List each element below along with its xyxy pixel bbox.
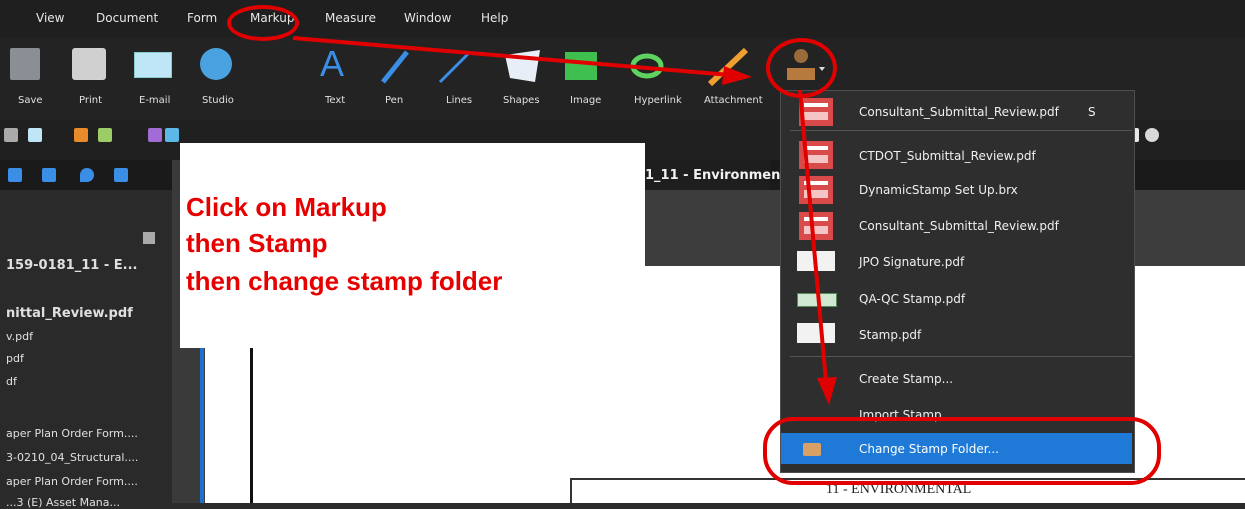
create-stamp-item[interactable]: Create Stamp... [859,372,953,386]
stamp-item-dynamic[interactable]: DynamicStamp Set Up.brx [859,183,1018,197]
toolbar-measure-icon[interactable] [1145,128,1159,142]
document-tab-title: 1_11 - Environmen [645,168,781,183]
stamp-item-ctdot[interactable]: CTDOT_Submittal_Review.pdf [859,149,1036,163]
toolbar-print-icon[interactable] [4,128,18,142]
studio-icon[interactable] [200,48,232,80]
ribbon-label-studio: Studio [202,95,234,106]
pdf-thumbnail-icon [799,141,833,169]
stamp-item-shortcut: S [1088,105,1096,119]
menu-help[interactable]: Help [481,11,508,25]
text-tool-icon[interactable]: A [320,44,350,84]
menu-separator [790,130,1132,131]
list-item[interactable]: 3-0210_04_Structural.... [6,451,138,464]
list-item[interactable]: aper Plan Order Form.... [6,427,138,440]
menu-view[interactable]: View [36,11,64,25]
stamp-item-consultant[interactable]: Consultant_Submittal_Review.pdf [859,105,1059,119]
panel-grid-icon[interactable] [143,232,155,244]
list-item[interactable]: pdf [6,352,24,365]
change-folder-highlight-ellipse [763,417,1161,485]
markup-highlight-ellipse [227,5,299,41]
ribbon-label-text: Text [325,95,346,106]
toolbar-edit-icon[interactable] [98,128,112,142]
signature-thumbnail-icon [797,251,835,271]
stamp-item-stamp[interactable]: Stamp.pdf [859,328,921,342]
pdf-thumbnail-icon [799,212,833,240]
stamp-item-jpo[interactable]: JPO Signature.pdf [859,255,964,269]
title-block-edge [570,478,572,503]
stamp-highlight-ellipse [766,38,837,98]
qa-stamp-thumbnail-icon [797,293,837,307]
list-item[interactable]: df [6,375,17,388]
ribbon-label-print: Print [79,95,103,106]
menu-document[interactable]: Document [96,11,158,25]
instruction-line-2: then Stamp [186,228,328,258]
list-item[interactable]: nittal_Review.pdf [6,306,133,321]
print-icon[interactable] [72,48,106,80]
toolbar-ocr-icon[interactable] [165,128,179,142]
ribbon-label-pen: Pen [385,95,404,106]
list-item[interactable]: 159-0181_11 - E... [6,258,137,273]
list-item[interactable]: v.pdf [6,330,33,343]
ribbon-label-image: Image [570,95,602,106]
menu-separator [790,356,1132,357]
ribbon-label-shapes: Shapes [503,95,540,106]
stamp-dropdown-menu [780,90,1135,473]
toolbar-email-icon[interactable] [28,128,42,142]
ribbon-label-lines: Lines [446,95,473,106]
toolbar-spell-icon[interactable] [148,128,162,142]
panel-layers-icon[interactable] [42,168,56,182]
panel-thumbnails-icon[interactable] [8,168,22,182]
instruction-line-1: Click on Markup [186,192,387,222]
toolbar-cube-icon[interactable] [74,128,88,142]
list-item[interactable]: aper Plan Order Form.... [6,475,138,488]
panel-tree-icon[interactable] [114,168,128,182]
menu-window[interactable]: Window [404,11,451,25]
ribbon-label-hyperlink: Hyperlink [634,95,682,106]
ribbon-label-email: E-mail [139,95,171,106]
ribbon-label-attachment: Attachment [704,95,763,106]
save-icon[interactable] [10,48,40,80]
email-icon[interactable] [134,52,172,78]
menu-form[interactable]: Form [187,11,217,25]
stamp-item-qa-qc[interactable]: QA-QC Stamp.pdf [859,292,965,306]
instruction-line-3: then change stamp folder [186,266,503,296]
pdf-thumbnail-icon [799,98,833,126]
stamp-thumbnail-icon [797,323,835,343]
panel-location-icon[interactable] [80,168,94,182]
pdf-thumbnail-icon [799,176,833,204]
menu-measure[interactable]: Measure [325,11,376,25]
ribbon-label-save: Save [18,95,43,106]
stamp-item-consultant-2[interactable]: Consultant_Submittal_Review.pdf [859,219,1059,233]
